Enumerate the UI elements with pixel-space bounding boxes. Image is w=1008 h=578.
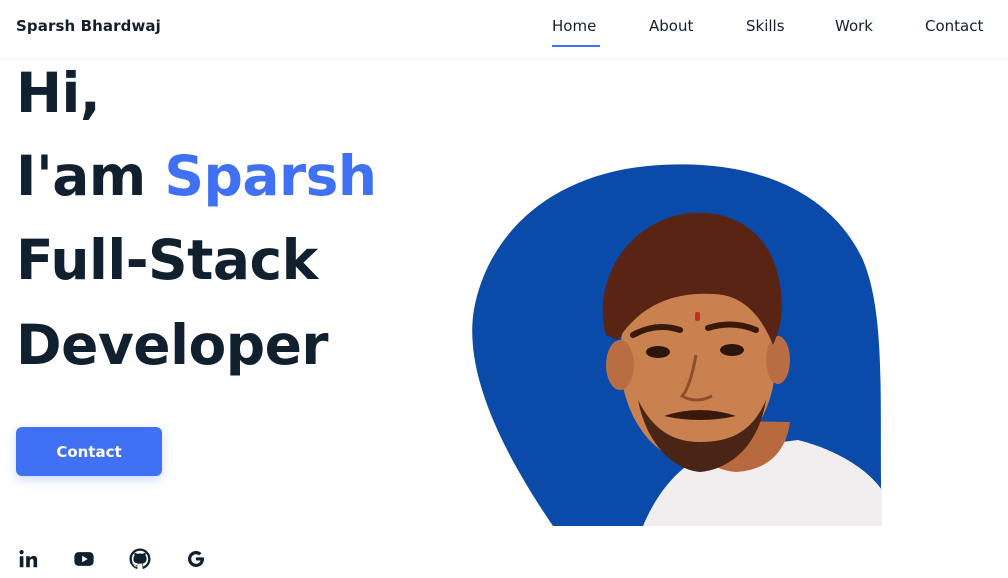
- hero-name: Sparsh: [164, 144, 377, 208]
- contact-button[interactable]: Contact: [16, 427, 162, 476]
- nav-contact[interactable]: Contact: [925, 17, 983, 35]
- hero-intro-prefix: I'am: [16, 144, 165, 208]
- nav-about[interactable]: About: [649, 17, 693, 35]
- hero-role-line1: Full-Stack: [16, 228, 318, 292]
- youtube-icon[interactable]: [71, 546, 97, 572]
- linkedin-icon[interactable]: [15, 546, 41, 572]
- hero-intro: I'am Sparsh: [16, 149, 377, 204]
- google-icon[interactable]: [183, 546, 209, 572]
- nav-work[interactable]: Work: [835, 17, 873, 35]
- site-header: Sparsh Bhardwaj Home About Skills Work C…: [0, 0, 1008, 58]
- github-icon[interactable]: [127, 546, 153, 572]
- main-nav: Home About Skills Work Contact: [0, 17, 1008, 47]
- nav-skills[interactable]: Skills: [746, 17, 785, 35]
- profile-photo: [472, 164, 882, 526]
- nav-home[interactable]: Home: [552, 17, 596, 35]
- nav-active-indicator: [552, 45, 600, 47]
- hero-greeting: Hi,: [16, 61, 101, 125]
- hero-role-line2: Developer: [16, 313, 329, 377]
